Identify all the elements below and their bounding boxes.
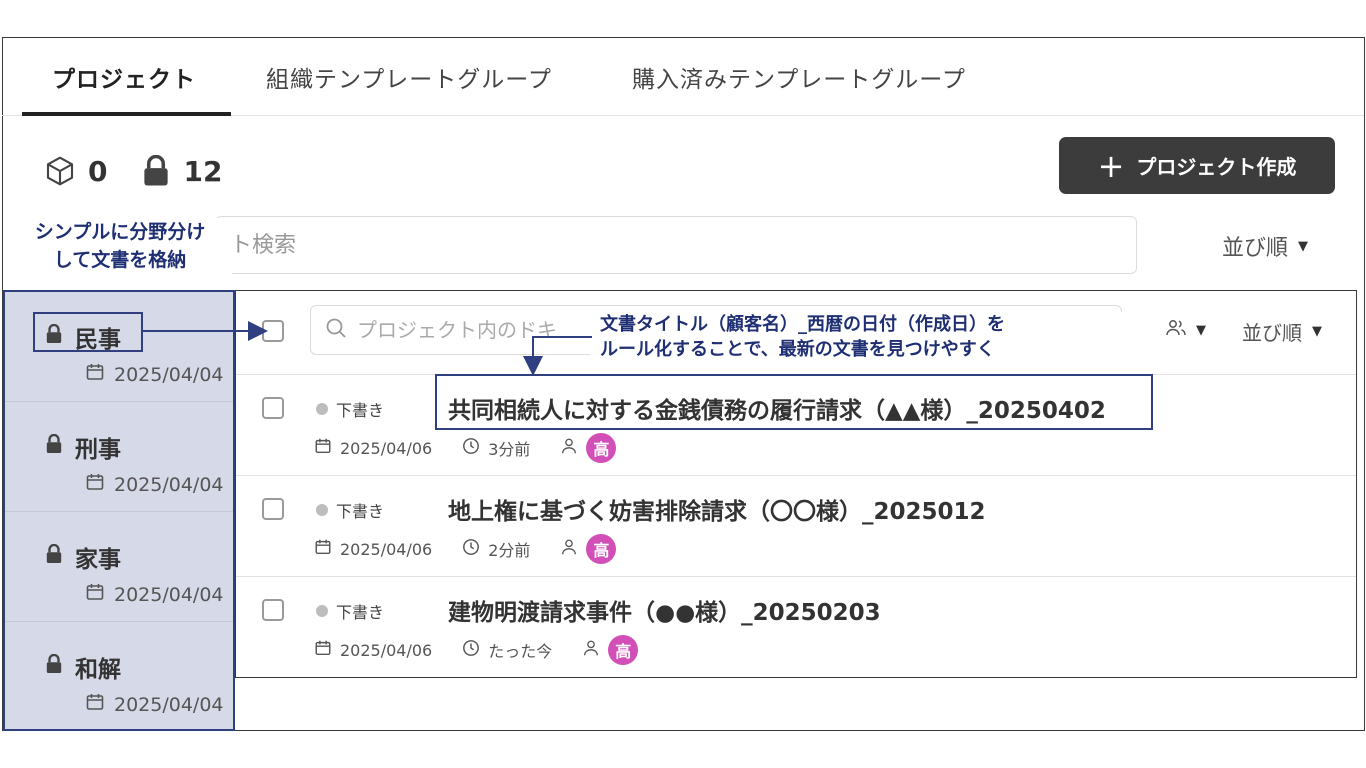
calendar-icon [85, 582, 105, 607]
status-label: 下書き [336, 603, 385, 622]
avatar[interactable]: 高 [586, 534, 617, 564]
project-date: 2025/04/04 [114, 583, 224, 606]
lock-icon [45, 653, 63, 680]
tab-org-template-groups[interactable]: 組織テンプレートグループ [266, 60, 552, 94]
project-name: 和解 [75, 657, 121, 683]
clock-icon [462, 538, 480, 560]
status-dot [316, 605, 328, 617]
caret-down-icon: ▼ [1196, 322, 1206, 338]
annotation-naming-rule: 文書タイトル（顧客名）_西暦の日付（作成日）を ルール化することで、最新の文書を… [590, 312, 1136, 362]
document-checkbox[interactable] [262, 599, 284, 621]
document-status: 下書き [316, 599, 384, 623]
user-icon [560, 538, 578, 560]
clock-icon [462, 437, 480, 459]
annotation-categorize-line1: シンプルに分野分け [34, 221, 206, 243]
document-status: 下書き [316, 498, 384, 522]
document-updated: 2分前 [488, 541, 531, 560]
document-sort-dropdown[interactable]: 並び順 ▼ [1242, 317, 1322, 346]
search-icon [325, 317, 347, 343]
open-project-count: 0 [88, 154, 108, 188]
calendar-icon [85, 472, 105, 497]
create-project-button[interactable]: + プロジェクト作成 [1059, 137, 1335, 194]
project-sort-dropdown[interactable]: 並び順 ▼ [1222, 230, 1308, 262]
annotation-naming-line2: ルール化することで、最新の文書を見つけやすく [600, 339, 995, 360]
caret-down-icon: ▼ [1298, 238, 1309, 254]
project-item[interactable]: 和解 2025/04/04 [5, 622, 233, 732]
project-list: 民事 2025/04/04 刑事 2025/04/04 家事 2025/04/0… [3, 290, 235, 731]
clock-icon [462, 639, 480, 661]
document-meta: 2025/04/06 たった今 高 [314, 635, 639, 665]
document-date: 2025/04/06 [340, 438, 433, 458]
tab-purchased-template-groups[interactable]: 購入済みテンプレートグループ [632, 60, 966, 94]
status-label: 下書き [336, 502, 385, 521]
document-updated: たった今 [488, 642, 553, 661]
project-name: 刑事 [75, 437, 121, 463]
active-tab-indicator [22, 112, 231, 116]
project-item[interactable]: 刑事 2025/04/04 [5, 402, 233, 512]
status-label: 下書き [336, 401, 385, 420]
document-date: 2025/04/06 [340, 539, 433, 559]
project-item[interactable]: 家事 2025/04/04 [5, 512, 233, 622]
annotation-categorize-line2: して文書を格納 [53, 249, 187, 271]
user-filter-dropdown[interactable]: ▼ [1166, 319, 1206, 341]
document-title[interactable]: 地上権に基づく妨害排除請求（〇〇様）_2025012 [448, 492, 986, 526]
cube-icon [44, 155, 76, 187]
document-row[interactable]: 下書き 地上権に基づく妨害排除請求（〇〇様）_2025012 2025/04/0… [236, 476, 1356, 577]
status-dot [316, 504, 328, 516]
locked-project-count: 12 [183, 154, 223, 188]
document-updated: 3分前 [488, 440, 531, 459]
user-icon [582, 639, 600, 661]
document-status: 下書き [316, 397, 384, 421]
lock-icon [45, 543, 63, 570]
avatar[interactable]: 高 [586, 433, 617, 463]
project-name: 家事 [75, 547, 121, 573]
project-stats: 0 12 [44, 148, 222, 194]
calendar-icon [314, 538, 332, 560]
highlight-project-box [33, 312, 143, 352]
calendar-icon [85, 692, 105, 717]
annotation-categorize: シンプルに分野分け して文書を格納 [8, 218, 232, 274]
project-search [215, 216, 1137, 274]
calendar-icon [314, 437, 332, 459]
lock-icon [45, 433, 63, 460]
user-icon [560, 437, 578, 459]
caret-down-icon: ▼ [1312, 324, 1322, 339]
document-checkbox[interactable] [262, 397, 284, 419]
users-icon [1166, 319, 1186, 341]
calendar-icon [314, 639, 332, 661]
create-project-label: プロジェクト作成 [1136, 155, 1297, 179]
highlight-title-box [435, 374, 1153, 430]
document-row[interactable]: 下書き 建物明渡請求事件（●●様）_20250203 2025/04/06 たっ… [236, 577, 1356, 678]
document-meta: 2025/04/06 3分前 高 [314, 433, 617, 463]
document-meta: 2025/04/06 2分前 高 [314, 534, 617, 564]
annotation-naming-line1: 文書タイトル（顧客名）_西暦の日付（作成日）を [600, 314, 1005, 335]
project-date: 2025/04/04 [114, 473, 224, 496]
lock-icon [141, 155, 171, 187]
document-checkbox[interactable] [262, 498, 284, 520]
tab-bar: プロジェクト 組織テンプレートグループ 購入済みテンプレートグループ [2, 38, 1364, 116]
tab-projects[interactable]: プロジェクト [52, 60, 196, 94]
avatar[interactable]: 高 [608, 635, 639, 665]
select-all-checkbox[interactable] [262, 320, 284, 342]
project-date: 2025/04/04 [114, 363, 224, 386]
status-dot [316, 403, 328, 415]
document-title[interactable]: 建物明渡請求事件（●●様）_20250203 [448, 593, 881, 627]
calendar-icon [85, 362, 105, 387]
project-sort-label: 並び順 [1222, 236, 1289, 261]
document-date: 2025/04/06 [340, 640, 433, 660]
project-date: 2025/04/04 [114, 693, 224, 716]
document-sort-label: 並び順 [1242, 321, 1302, 345]
project-search-input[interactable] [230, 232, 1136, 258]
plus-icon: + [1097, 146, 1125, 185]
